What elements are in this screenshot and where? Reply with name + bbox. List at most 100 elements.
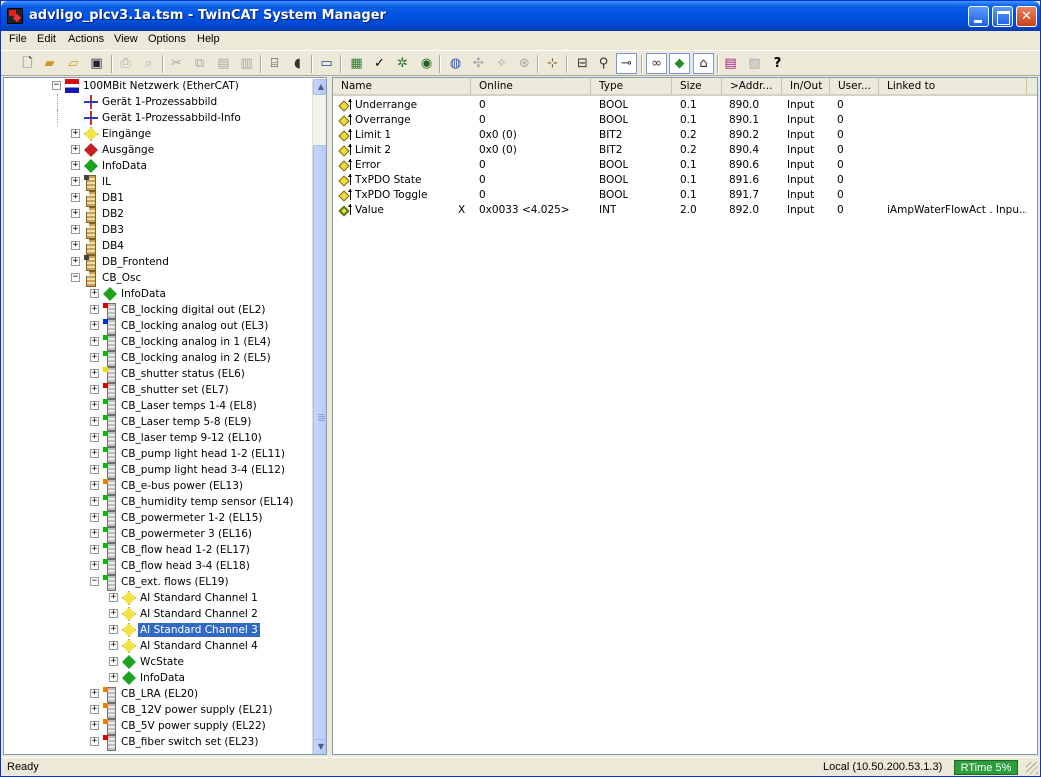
column-header-address[interactable]: >Addr... [722, 78, 782, 95]
expand-icon[interactable]: + [71, 161, 80, 170]
column-header-user[interactable]: User... [830, 78, 879, 95]
tree-item-label[interactable]: CB_locking digital out (EL2) [119, 303, 267, 317]
tree-item-label[interactable]: CB_shutter set (EL7) [119, 383, 231, 397]
link-variable-icon[interactable]: ⚲ [595, 55, 612, 72]
tree-item-label[interactable]: DB_Frontend [100, 255, 171, 269]
tree-item-label[interactable]: CB_ext. flows (EL19) [119, 575, 231, 589]
tree-item-label[interactable]: Gerät 1-Prozessabbild-Info [100, 111, 243, 125]
expand-icon[interactable]: + [90, 401, 99, 410]
activate-configuration-icon[interactable]: ✲ [394, 55, 411, 72]
tree-item-label[interactable]: WcState [138, 655, 186, 669]
tree-item-label[interactable]: CB_12V power supply (EL21) [119, 703, 274, 717]
settings-icon[interactable]: ▧ [746, 55, 763, 72]
tree-item-label[interactable]: CB_Osc [100, 271, 143, 285]
expand-icon[interactable]: + [90, 737, 99, 746]
expand-icon[interactable]: + [109, 641, 118, 650]
tree-item-label[interactable]: CB_pump light head 3-4 (EL12) [119, 463, 287, 477]
zoom-icon[interactable]: ⊟ [574, 55, 591, 72]
expand-icon[interactable]: + [90, 561, 99, 570]
book-icon[interactable]: ⌂ [693, 53, 714, 74]
tree-item-label[interactable]: 100MBit Netzwerk (EtherCAT) [81, 79, 241, 93]
minimize-button[interactable] [968, 6, 989, 27]
scroll-up-button[interactable]: ▲ [313, 79, 326, 95]
tree-item-label[interactable]: AI Standard Channel 4 [138, 639, 260, 653]
expand-icon[interactable]: + [90, 433, 99, 442]
tree-view[interactable]: + CB_fiber switch set (EL23) + CB_5V power … [3, 77, 327, 755]
list-row[interactable]: Limit 1 0x0 (0) BIT2 0.2 890.2 Input 0 [333, 128, 1037, 143]
column-header-online[interactable]: Online [471, 78, 591, 95]
expand-icon[interactable]: + [90, 449, 99, 458]
tree-item-label[interactable]: CB_powermeter 3 (EL16) [119, 527, 254, 541]
expand-icon[interactable]: + [71, 129, 80, 138]
list-row[interactable]: Underrange 0 BOOL 0.1 890.0 Input 0 [333, 98, 1037, 113]
tree-item-label[interactable]: CB_locking analog in 1 (EL4) [119, 335, 273, 349]
title-bar[interactable]: advligo_plcv3.1a.tsm - TwinCAT System Ma… [1, 1, 1040, 31]
tree-item-label[interactable]: AI Standard Channel 1 [138, 591, 260, 605]
expand-icon[interactable]: + [71, 225, 80, 234]
tree-item-label[interactable]: CB_humidity temp sensor (EL14) [119, 495, 295, 509]
tree-item-label[interactable]: DB3 [100, 223, 126, 237]
mapping-icon[interactable]: ∞ [646, 53, 667, 74]
expand-icon[interactable]: + [90, 321, 99, 330]
restart-icon[interactable]: ◉ [418, 55, 435, 72]
expand-icon[interactable]: + [90, 465, 99, 474]
help-icon[interactable]: ? [769, 55, 786, 72]
tree-item-label[interactable]: AI Standard Channel 2 [138, 607, 260, 621]
paste-with-links-icon[interactable]: ▥ [238, 55, 255, 72]
tree-item-label[interactable]: CB_locking analog in 2 (EL5) [119, 351, 273, 365]
calculator-icon[interactable]: ▤ [722, 55, 739, 72]
choose-target-icon[interactable]: ◍ [447, 55, 464, 72]
list-row[interactable]: Error 0 BOOL 0.1 890.6 Input 0 [333, 158, 1037, 173]
tree-item-label[interactable]: DB1 [100, 191, 126, 205]
menu-edit[interactable]: Edit [37, 33, 56, 45]
expand-icon[interactable]: + [71, 257, 80, 266]
scroll-down-button[interactable]: ▼ [313, 739, 326, 754]
expand-icon[interactable]: + [90, 689, 99, 698]
tree-item-label[interactable]: CB_flow head 3-4 (EL18) [119, 559, 252, 573]
expand-icon[interactable]: + [90, 385, 99, 394]
open-folder-icon[interactable]: ▱ [65, 55, 82, 72]
collapse-icon[interactable]: − [52, 81, 61, 90]
tree-item-label[interactable]: InfoData [100, 159, 149, 173]
expand-icon[interactable]: + [90, 417, 99, 426]
show-online-data-icon[interactable]: ⊹ [544, 55, 561, 72]
menu-help[interactable]: Help [197, 33, 220, 45]
list-row[interactable]: Limit 2 0x0 (0) BIT2 0.2 890.4 Input 0 [333, 143, 1037, 158]
copy-icon[interactable]: ⧉ [191, 55, 208, 72]
expand-icon[interactable]: + [109, 609, 118, 618]
menu-options[interactable]: Options [148, 33, 186, 45]
expand-icon[interactable]: + [90, 705, 99, 714]
print-preview-icon[interactable]: ⌕ [140, 55, 157, 72]
tree-item-label[interactable]: DB4 [100, 239, 126, 253]
tree-item-label[interactable]: DB2 [100, 207, 126, 221]
open-icon[interactable]: ▰ [41, 55, 58, 72]
show-variables-icon[interactable]: ⊛ [516, 55, 533, 72]
tree-scrollbar[interactable]: ▲ ▼ [312, 79, 326, 754]
scroll-thumb[interactable] [313, 145, 326, 751]
find-icon[interactable]: ⌸ [266, 55, 283, 72]
find-link-icon[interactable]: ◆ [669, 53, 690, 74]
collapse-icon[interactable]: − [90, 577, 99, 586]
tree-item-label[interactable]: CB_powermeter 1-2 (EL15) [119, 511, 265, 525]
column-header-size[interactable]: Size [672, 78, 722, 95]
maximize-button[interactable] [992, 6, 1013, 27]
expand-icon[interactable]: + [90, 721, 99, 730]
cut-icon[interactable]: ✂ [168, 55, 185, 72]
expand-icon[interactable]: + [71, 209, 80, 218]
watch-icon[interactable]: ⊸ [616, 53, 637, 74]
mouse-icon[interactable]: ◖ [289, 55, 306, 72]
close-button[interactable] [1016, 6, 1037, 27]
expand-icon[interactable]: + [90, 513, 99, 522]
save-icon[interactable]: ▣ [88, 55, 105, 72]
menu-actions[interactable]: Actions [68, 33, 104, 45]
expand-icon[interactable]: + [90, 353, 99, 362]
collapse-icon[interactable]: − [71, 273, 80, 282]
expand-icon[interactable]: + [90, 289, 99, 298]
expand-icon[interactable]: + [71, 193, 80, 202]
print-icon[interactable]: ⎙ [117, 55, 134, 72]
expand-icon[interactable]: + [90, 481, 99, 490]
toggle-free-run-icon[interactable]: ✧ [493, 55, 510, 72]
scan-devices-icon[interactable]: ✣ [470, 55, 487, 72]
column-header-type[interactable]: Type [591, 78, 672, 95]
resize-grip-icon[interactable] [1026, 762, 1038, 774]
